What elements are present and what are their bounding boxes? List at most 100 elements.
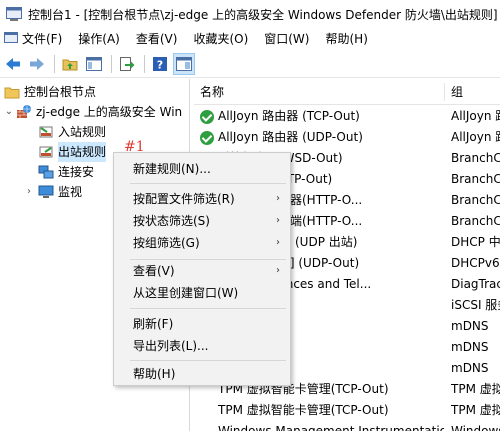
- enabled-check-icon: [200, 109, 214, 124]
- tree-item-label: 监视: [58, 185, 83, 199]
- toolbar: ?: [0, 50, 500, 78]
- menu-action[interactable]: 操作(A): [70, 28, 128, 50]
- rule-group: iSCSI 服务: [451, 298, 500, 312]
- expand-chevron-icon[interactable]: ›: [24, 182, 34, 202]
- rule-group: DHCPv6: [451, 256, 500, 270]
- submenu-arrow-icon: ›: [276, 215, 280, 226]
- menu-item-export-list[interactable]: 导出列表(L)...: [114, 335, 290, 357]
- column-header-name[interactable]: 名称: [194, 79, 224, 105]
- firewall-icon: [16, 104, 32, 120]
- window-title: 控制台1 - [控制台根节点\zj-edge 上的高级安全 Windows De…: [28, 7, 498, 22]
- list-row[interactable]: Windows Management Instrumentation Window…: [194, 421, 500, 431]
- menu-item-filter-by-state[interactable]: 按状态筛选(S) ›: [114, 210, 290, 232]
- menu-view[interactable]: 查看(V): [128, 28, 186, 50]
- rule-name-cell: Windows Management Instrumentation: [200, 421, 444, 431]
- menu-item-label: 查看(V): [133, 264, 175, 278]
- rule-name: TPM 虚拟智能卡管理(TCP-Out): [218, 403, 389, 417]
- up-folder-icon[interactable]: [59, 53, 81, 75]
- outbound-rules-icon: [38, 144, 54, 160]
- list-row[interactable]: TPM 虚拟智能卡管理(TCP-Out) TPM 虚拟: [194, 400, 500, 421]
- tree-item-console-root[interactable]: 控制台根节点: [4, 82, 96, 102]
- menu-item-label: 从这里创建窗口(W): [133, 286, 239, 300]
- help-icon[interactable]: ?: [149, 53, 171, 75]
- rule-group: mDNS: [451, 361, 489, 375]
- menu-item-label: 按配置文件筛选(R): [133, 192, 235, 206]
- submenu-arrow-icon: ›: [276, 237, 280, 248]
- menu-item-label: 导出列表(L)...: [133, 339, 209, 353]
- rule-group: BranchCa: [451, 214, 500, 228]
- submenu-arrow-icon: ›: [276, 193, 280, 204]
- menu-item-filter-by-group[interactable]: 按组筛选(G) ›: [114, 232, 290, 254]
- column-header-group[interactable]: 组: [445, 79, 463, 105]
- folder-icon: [4, 84, 20, 100]
- menu-help[interactable]: 帮助(H): [317, 28, 375, 50]
- toolbar-separator: [54, 54, 55, 73]
- menu-item-new-rule[interactable]: 新建规则(N)...: [114, 158, 290, 180]
- console-app-icon: [6, 7, 22, 21]
- tree-item-label: 入站规则: [58, 125, 107, 139]
- menu-item-view[interactable]: 查看(V) ›: [114, 260, 290, 282]
- menu-item-label: 按组筛选(G): [133, 236, 200, 250]
- menu-item-label: 按状态筛选(S): [133, 214, 210, 228]
- connection-security-icon: [38, 164, 54, 180]
- rule-group: AllJoyn 路: [451, 109, 500, 123]
- menu-separator: [130, 308, 286, 309]
- rule-group: mDNS: [451, 319, 489, 333]
- menu-item-label: 新建规则(N)...: [133, 162, 211, 176]
- enabled-check-icon: [200, 130, 214, 145]
- svg-text:?: ?: [157, 58, 163, 71]
- menu-separator: [130, 360, 286, 361]
- menu-item-refresh[interactable]: 刷新(F): [114, 313, 290, 335]
- inbound-rules-icon: [38, 124, 54, 140]
- tree-item-label: 出站规则: [58, 142, 107, 162]
- tree-item-monitor[interactable]: › 监视: [24, 182, 82, 202]
- console-system-menu-icon[interactable]: [4, 31, 18, 45]
- tree-item-firewall[interactable]: ⌄ zj-edge 上的高级安全 Win: [4, 102, 190, 122]
- list-header: 名称 组: [194, 79, 500, 105]
- list-row[interactable]: AllJoyn 路由器 (TCP-Out) AllJoyn 路: [194, 106, 500, 127]
- tree-item-label: 连接安: [58, 165, 95, 179]
- export-icon[interactable]: [116, 53, 138, 75]
- context-menu: 新建规则(N)... 按配置文件筛选(R) › 按状态筛选(S) › 按组筛选(G)…: [113, 152, 291, 386]
- menu-item-label: 帮助(H): [133, 367, 176, 381]
- tree-item-label: 控制台根节点: [24, 85, 97, 99]
- rule-group: Windows: [451, 424, 500, 431]
- rule-group: BranchCa: [451, 193, 500, 207]
- forward-icon[interactable]: [26, 53, 48, 75]
- tree-item-inbound-rules[interactable]: 入站规则: [38, 122, 106, 142]
- title-bar: 控制台1 - [控制台根节点\zj-edge 上的高级安全 Windows De…: [0, 0, 500, 28]
- rule-name-cell: AllJoyn 路由器 (TCP-Out): [200, 106, 444, 127]
- tree-item-label: zj-edge 上的高级安全 Win: [36, 105, 183, 119]
- rule-name: Windows Management Instrumentation: [218, 424, 444, 431]
- rule-name: AllJoyn 路由器 (UDP-Out): [218, 130, 363, 144]
- rule-group: DiagTrac: [451, 277, 500, 291]
- menu-item-help[interactable]: 帮助(H): [114, 363, 290, 385]
- tree-item-outbound-rules[interactable]: 出站规则: [38, 142, 107, 162]
- menu-bar: 文件(F) 操作(A) 查看(V) 收藏夹(O) 窗口(W) 帮助(H): [0, 28, 500, 50]
- rule-group: TPM 虚拟: [451, 403, 500, 417]
- rule-group: mDNS: [451, 340, 489, 354]
- rule-group: BranchCa: [451, 151, 500, 165]
- rule-group: AllJoyn 路: [451, 130, 500, 144]
- menu-favorites[interactable]: 收藏夹(O): [185, 28, 256, 50]
- toolbar-separator: [144, 54, 145, 73]
- menu-item-filter-by-profile[interactable]: 按配置文件筛选(R) ›: [114, 188, 290, 210]
- monitor-icon: [38, 184, 54, 200]
- toolbar-separator: [111, 54, 112, 73]
- collapse-chevron-icon[interactable]: ⌄: [4, 102, 14, 122]
- back-icon[interactable]: [2, 53, 24, 75]
- rule-group: DHCP 中: [451, 235, 500, 249]
- submenu-arrow-icon: ›: [276, 265, 280, 276]
- menu-item-label: 刷新(F): [133, 317, 174, 331]
- properties-icon[interactable]: [173, 52, 195, 75]
- list-row[interactable]: AllJoyn 路由器 (UDP-Out) AllJoyn 路: [194, 127, 500, 148]
- rule-group: BranchCa: [451, 172, 500, 186]
- rule-name: AllJoyn 路由器 (TCP-Out): [218, 109, 360, 123]
- tree-item-connection-security[interactable]: 连接安: [38, 162, 94, 182]
- show-tree-icon[interactable]: [83, 53, 105, 75]
- menu-separator: [130, 183, 286, 184]
- menu-window[interactable]: 窗口(W): [256, 28, 317, 50]
- rule-group: TPM 虚拟: [451, 382, 500, 396]
- menu-item-new-window-from-here[interactable]: 从这里创建窗口(W): [114, 282, 290, 304]
- rule-name-cell: TPM 虚拟智能卡管理(TCP-Out): [200, 400, 444, 421]
